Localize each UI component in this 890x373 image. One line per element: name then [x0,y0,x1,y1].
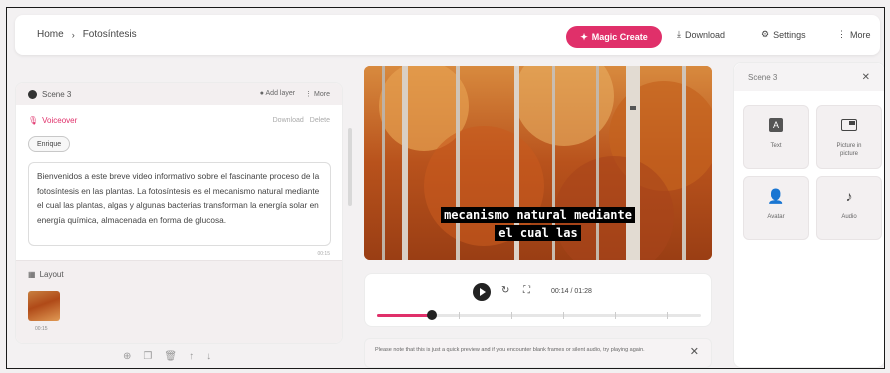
notice-text: Please note that this is just a quick pr… [375,347,645,353]
copy-icon[interactable]: ❐ [143,351,152,362]
settings-button[interactable]: ⚙ Settings [761,29,806,40]
preview-notice: Please note that this is just a quick pr… [364,338,712,368]
breadcrumb-current: Fotosíntesis [82,29,137,40]
voiceover-download-link[interactable]: Download [273,117,304,124]
scene-toolbar: ⊕ ❐ 🗑 ↑ ↓ [123,351,211,362]
more-vertical-icon: ⋮ [837,29,846,39]
scene-marker [615,312,616,319]
text-tile-label: Text [770,143,782,149]
audio-tile-label: Audio [841,214,857,220]
avatar-icon: 👤 [767,187,785,204]
subtitle-line-1: mecanismo natural mediante [364,207,712,223]
breadcrumb-separator: › [71,29,75,40]
progress-track[interactable] [377,310,701,320]
speaker-chip[interactable]: Enrique [28,136,71,152]
timecode: 00:14 / 01:28 [551,288,592,295]
progress-knob[interactable] [427,310,438,320]
download-button[interactable]: ⤓ Download [677,29,725,40]
script-duration: 00:15 [317,251,330,257]
avatar-tile[interactable]: 👤 Avatar [743,176,809,240]
voiceover-label: Voiceover [42,116,78,125]
arrow-down-icon[interactable]: ↓ [206,351,211,362]
scene-marker [667,312,668,319]
voiceover-tab[interactable]: 🎙 Voiceover [28,116,77,125]
add-circle-icon[interactable]: ⊕ [123,351,131,362]
scene-card: Scene 3 ● Add layer ⋮ More 🎙 Voiceover D… [15,82,343,344]
picture-in-picture-tile-label: Picture in picture [836,143,862,157]
scene-more-label: More [314,91,330,98]
player-controls: ↻ ⛶ 00:14 / 01:28 [364,273,712,327]
download-label: Download [684,29,726,40]
layout-section: ▦ Layout 00:15 [16,260,342,343]
layout-label: Layout [39,270,64,279]
scene-dot-icon [28,89,37,99]
sparkle-icon: ✦ [580,31,588,42]
script-textarea[interactable]: Bienvenidos a este breve video informati… [28,162,331,246]
voiceover-row: 🎙 Voiceover Download Delete [28,116,330,125]
arrow-up-icon[interactable]: ↑ [189,351,194,362]
microphone-icon: 🎙 [28,116,39,125]
more-button[interactable]: ⋮ More [837,29,871,40]
progress-fill [377,314,433,317]
close-icon[interactable]: ✕ [690,347,699,358]
elements-panel-header: Scene 3 ✕ [734,63,884,91]
play-icon[interactable] [473,283,491,301]
text-tile[interactable]: A Text [743,105,809,169]
audio-tile[interactable]: ♪ Audio [816,176,882,240]
close-icon[interactable]: ✕ [862,72,870,83]
scene-marker [511,312,512,319]
picture-in-picture-tile[interactable]: Picture in picture [816,105,882,169]
scene-header: Scene 3 ● Add layer ⋮ More [16,83,342,105]
subtitle-line-1-text: mecanismo natural mediante [441,207,635,223]
avatar-tile-label: Avatar [767,214,785,220]
magic-create-button[interactable]: ✦ Magic Create [566,26,662,48]
grid-icon: ▦ [28,270,36,279]
replay-icon[interactable]: ↻ [501,285,509,296]
magic-create-label: Magic Create [591,32,648,42]
picture-in-picture-icon [841,116,857,134]
scrollbar[interactable] [348,128,352,206]
more-label: More [850,29,871,40]
gear-icon: ⚙ [761,29,770,39]
scene-marker [459,312,460,319]
add-layer-button[interactable]: ● Add layer [260,90,295,98]
download-icon: ⤓ [677,29,681,39]
video-preview[interactable]: mecanismo natural mediante el cual las [364,66,712,260]
fullscreen-icon[interactable]: ⛶ [523,285,530,296]
settings-label: Settings [773,29,806,40]
audio-icon: ♪ [845,188,853,204]
breadcrumb-home[interactable]: Home [37,29,64,40]
layout-thumbnail[interactable] [28,291,60,321]
text-icon: A [769,116,783,134]
layout-header: ▦ Layout [28,270,64,279]
add-layer-label: Add layer [265,90,296,97]
subtitle-line-2-text: el cual las [495,225,581,241]
breadcrumb: Home › Fotosíntesis [37,29,137,40]
voiceover-delete-link[interactable]: Delete [310,117,330,124]
scene-marker [563,312,564,319]
app-window: Home › Fotosíntesis ✦ Magic Create ⤓ Dow… [6,7,885,369]
scene-more-button[interactable]: ⋮ More [305,90,330,98]
thumbnail-duration: 00:15 [35,326,48,332]
scene-title: Scene 3 [42,89,72,99]
top-header: Home › Fotosíntesis ✦ Magic Create ⤓ Dow… [15,15,880,55]
subtitle-line-2: el cual las [364,225,712,241]
elements-panel: Scene 3 ✕ A Text Picture in picture 👤 Av… [733,62,884,368]
trash-icon[interactable]: 🗑 [164,351,177,362]
elements-panel-title: Scene 3 [748,72,778,82]
